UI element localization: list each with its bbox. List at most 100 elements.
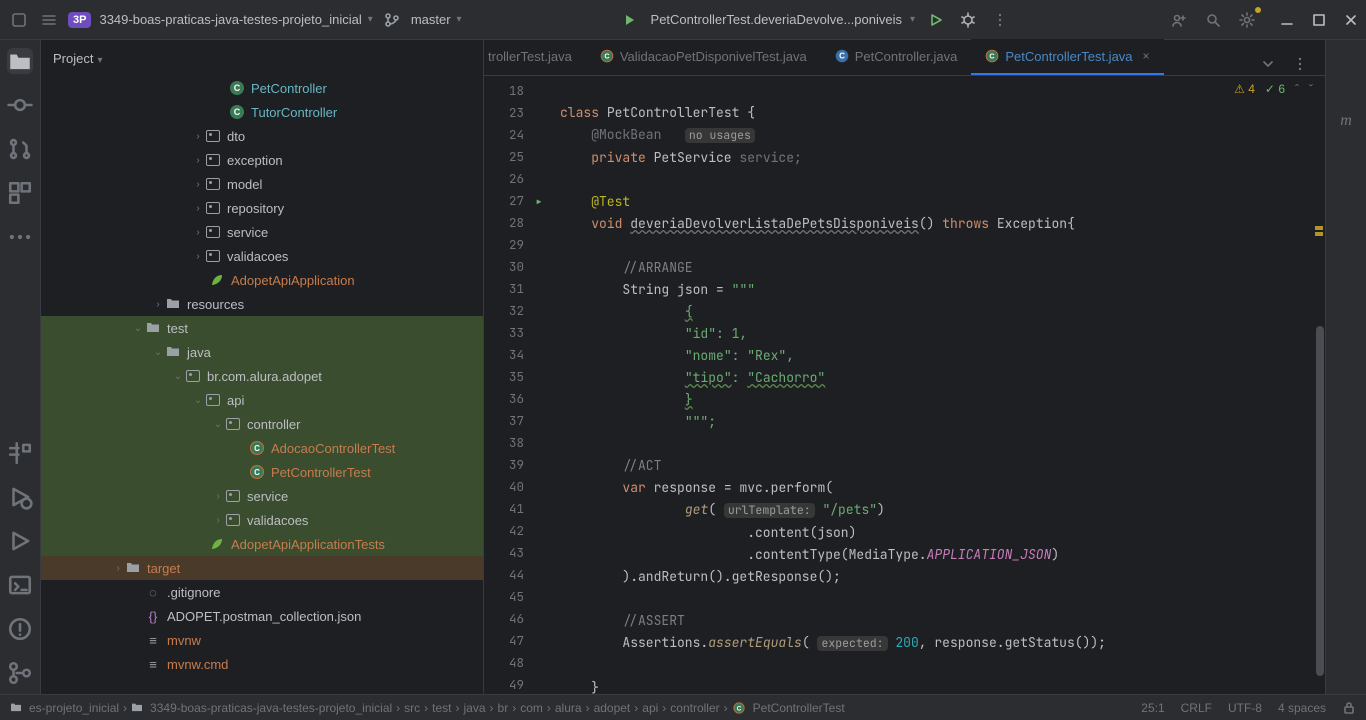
code-editor[interactable]: 1823242526272829303132333435363738394041…: [484, 76, 1325, 694]
tree-item[interactable]: CPetController: [41, 76, 483, 100]
tree-item[interactable]: ›validacoes: [41, 508, 483, 532]
minimize-button[interactable]: [1280, 13, 1294, 27]
run-button[interactable]: [925, 9, 947, 31]
tree-item[interactable]: ≡mvnw.cmd: [41, 652, 483, 676]
maximize-button[interactable]: [1312, 13, 1326, 27]
project-selector[interactable]: 3349-boas-praticas-java-testes-projeto_i…: [99, 12, 372, 27]
run-line-marker-icon[interactable]: ▸: [530, 190, 548, 212]
more-run-icon[interactable]: [989, 9, 1011, 31]
search-icon[interactable]: [1202, 9, 1224, 31]
more-tool-button[interactable]: [7, 224, 33, 250]
settings-icon[interactable]: [1236, 9, 1258, 31]
tab-more-icon[interactable]: [1289, 53, 1311, 75]
tree-item[interactable]: CPetControllerTest: [41, 460, 483, 484]
terminal-tool-button[interactable]: [7, 572, 33, 598]
breadcrumb-item[interactable]: 3349-boas-praticas-java-testes-projeto_i…: [131, 701, 392, 715]
close-button[interactable]: [1344, 13, 1358, 27]
tree-item[interactable]: ⌄java: [41, 340, 483, 364]
services-tool-button[interactable]: [7, 484, 33, 510]
project-tree[interactable]: CPetControllerCTutorController›dto›excep…: [41, 76, 483, 694]
warning-count: 4: [1248, 82, 1255, 96]
editor-area: trollerTest.javaCValidacaoPetDisponivelT…: [484, 40, 1325, 694]
project-tool-button[interactable]: [7, 48, 33, 74]
titlebar: 3P 3349-boas-praticas-java-testes-projet…: [0, 0, 1366, 40]
usages-hint: no usages: [685, 128, 755, 143]
breadcrumb-item[interactable]: com: [520, 701, 543, 715]
tree-item[interactable]: ⌄br.com.alura.adopet: [41, 364, 483, 388]
run-tool-button[interactable]: [7, 528, 33, 554]
tree-item[interactable]: ◌.gitignore: [41, 580, 483, 604]
vcs-branch-icon[interactable]: [381, 9, 403, 31]
problems-tool-button[interactable]: [7, 616, 33, 642]
tree-item[interactable]: ⌄controller: [41, 412, 483, 436]
run-config-selector[interactable]: PetControllerTest.deveriaDevolve...poniv…: [651, 12, 916, 27]
tree-item[interactable]: ›model: [41, 172, 483, 196]
tab-dropdown-icon[interactable]: [1257, 53, 1279, 75]
indent-config[interactable]: 4 spaces: [1278, 701, 1326, 715]
code-with-me-icon[interactable]: [1168, 9, 1190, 31]
project-panel: Project CPetControllerCTutorController›d…: [41, 40, 484, 694]
tree-item[interactable]: ⌄test: [41, 316, 483, 340]
breadcrumb-item[interactable]: alura: [555, 701, 582, 715]
caret-position[interactable]: 25:1: [1141, 701, 1164, 715]
file-encoding[interactable]: UTF-8: [1228, 701, 1262, 715]
breadcrumb-item[interactable]: es-projeto_inicial: [10, 701, 119, 715]
branch-selector[interactable]: master: [411, 12, 462, 27]
breadcrumb-item[interactable]: src: [404, 701, 420, 715]
tree-item[interactable]: {}ADOPET.postman_collection.json: [41, 604, 483, 628]
line-separator[interactable]: CRLF: [1181, 701, 1212, 715]
run-config-icon: [619, 9, 641, 31]
editor-tab[interactable]: CValidacaoPetDisponivelTest.java: [586, 39, 821, 75]
code-content[interactable]: class PetControllerTest { @MockBean no u…: [548, 76, 1313, 694]
tree-item[interactable]: ›validacoes: [41, 244, 483, 268]
breadcrumb-item[interactable]: CPetControllerTest: [732, 701, 845, 715]
tree-item[interactable]: ›resources: [41, 292, 483, 316]
project-badge: 3P: [68, 12, 91, 28]
tree-item[interactable]: ›target: [41, 556, 483, 580]
maven-tool-button[interactable]: m: [1340, 112, 1352, 130]
debug-button[interactable]: [957, 9, 979, 31]
annotation: @MockBean: [591, 126, 661, 143]
commit-tool-button[interactable]: [7, 92, 33, 118]
editor-scrollbar[interactable]: [1313, 76, 1325, 694]
main-menu-icon[interactable]: [38, 9, 60, 31]
tree-item[interactable]: CAdocaoControllerTest: [41, 436, 483, 460]
tree-item[interactable]: ›dto: [41, 124, 483, 148]
close-tab-icon[interactable]: ×: [1143, 49, 1150, 63]
tree-item[interactable]: AdopetApiApplicationTests: [41, 532, 483, 556]
editor-tab[interactable]: trollerTest.java: [484, 39, 586, 75]
main: Project CPetControllerCTutorController›d…: [0, 40, 1366, 694]
comment: //ACT: [622, 457, 661, 474]
vcs-tool-button[interactable]: [7, 660, 33, 686]
tree-item[interactable]: ›service: [41, 484, 483, 508]
tree-item[interactable]: ›service: [41, 220, 483, 244]
statusbar: es-projeto_inicial 3349-boas-praticas-jav…: [0, 694, 1366, 720]
pull-requests-tool-button[interactable]: [7, 136, 33, 162]
class-name: PetControllerTest: [607, 104, 740, 121]
tree-item[interactable]: ⌄api: [41, 388, 483, 412]
breadcrumb-item[interactable]: test: [432, 701, 451, 715]
editor-tabs: trollerTest.javaCValidacaoPetDisponivelT…: [484, 40, 1325, 76]
breadcrumb-item[interactable]: adopet: [594, 701, 631, 715]
editor-tab[interactable]: CPetControllerTest.java×: [971, 39, 1163, 75]
tree-item[interactable]: ›exception: [41, 148, 483, 172]
breadcrumb-item[interactable]: controller: [670, 701, 719, 715]
readonly-lock-icon[interactable]: [1342, 701, 1356, 715]
tree-item[interactable]: CTutorController: [41, 100, 483, 124]
editor-tab[interactable]: CPetController.java: [821, 39, 972, 75]
class-keyword: class: [560, 104, 607, 121]
right-tool-gutter: m: [1325, 40, 1366, 694]
inspections-widget[interactable]: ⚠ 4 ✓ 6 ˆ ˇ: [1234, 82, 1313, 96]
tree-item[interactable]: ≡mvnw: [41, 628, 483, 652]
line-number-gutter: 1823242526272829303132333435363738394041…: [484, 76, 530, 694]
breadcrumbs[interactable]: es-projeto_inicial 3349-boas-praticas-jav…: [10, 701, 845, 715]
bookmarks-tool-button[interactable]: [7, 440, 33, 466]
tree-item[interactable]: AdopetApiApplication: [41, 268, 483, 292]
breadcrumb-item[interactable]: api: [642, 701, 658, 715]
breadcrumb-item[interactable]: java: [464, 701, 486, 715]
tree-item[interactable]: ›repository: [41, 196, 483, 220]
structure-tool-button[interactable]: [7, 180, 33, 206]
app-menu-icon[interactable]: [8, 9, 30, 31]
project-view-selector[interactable]: Project: [53, 51, 103, 66]
breadcrumb-item[interactable]: br: [498, 701, 509, 715]
